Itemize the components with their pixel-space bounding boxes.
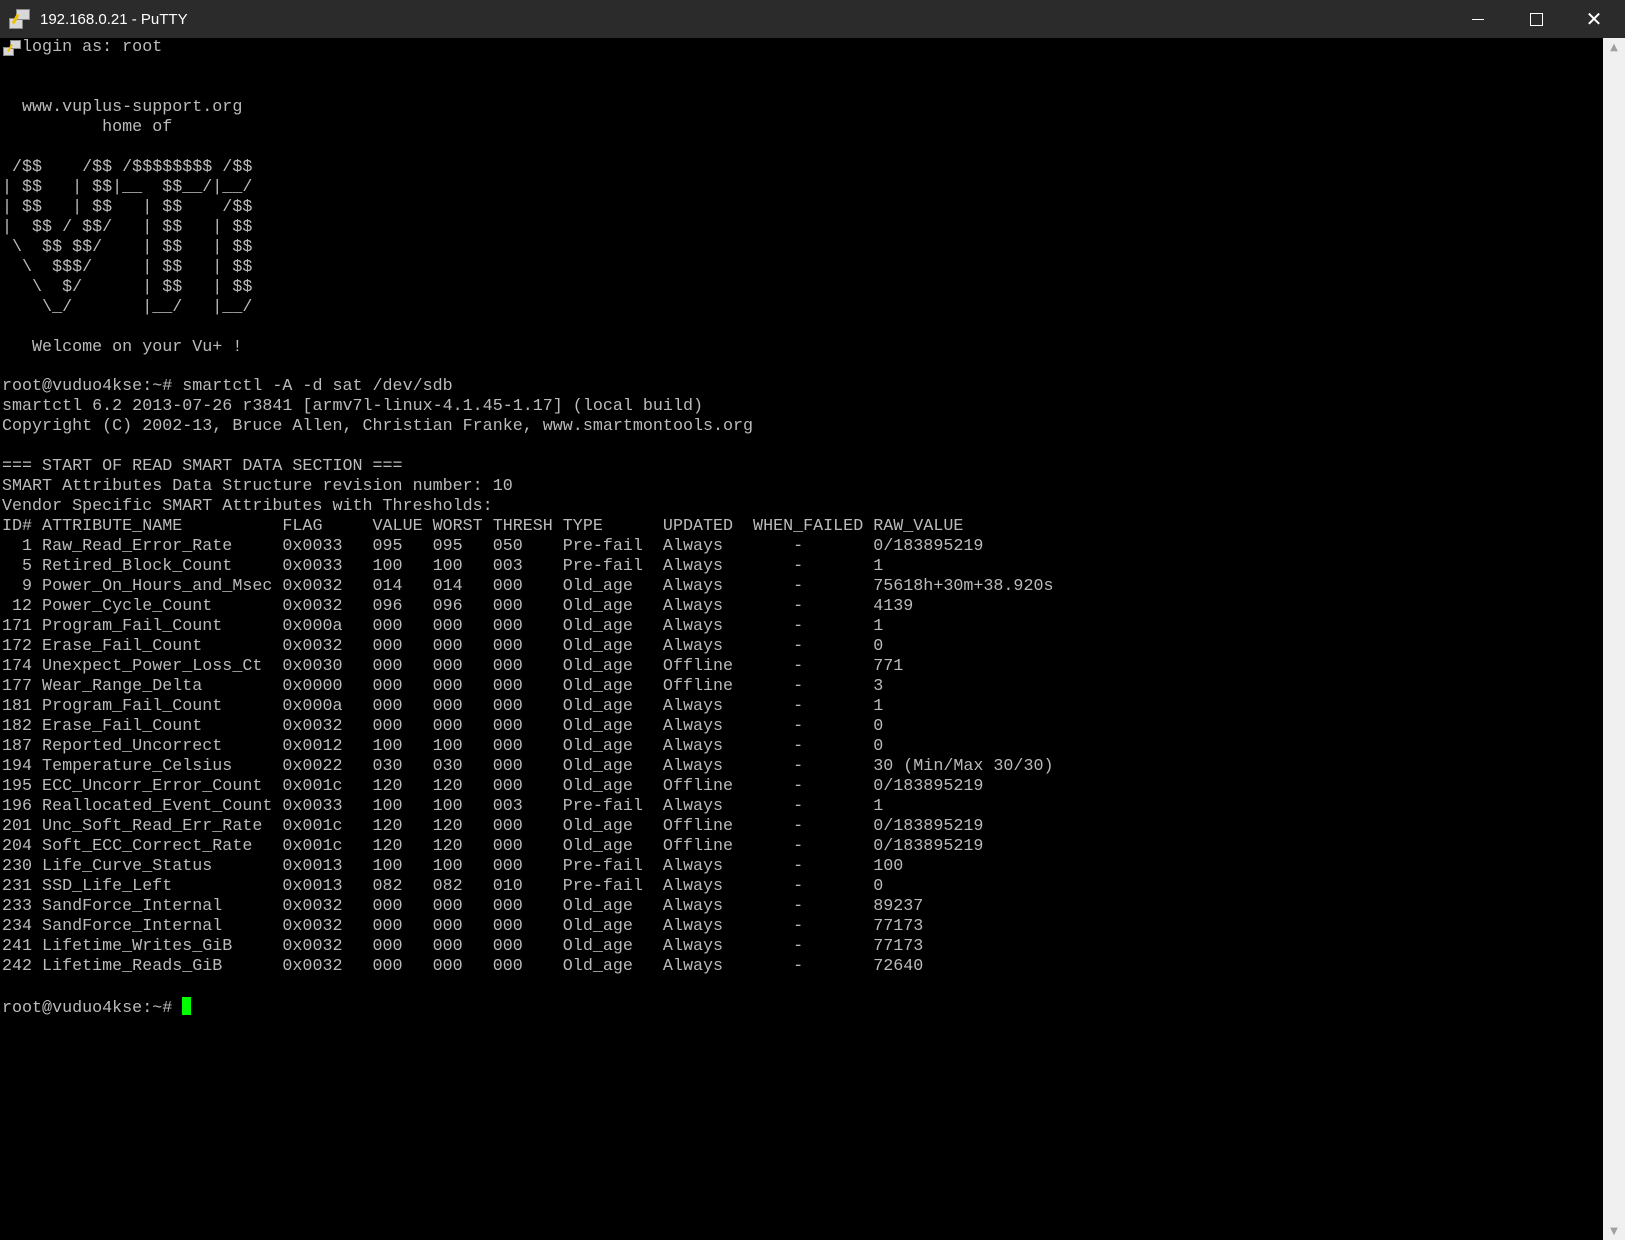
terminal-line: \ $/ | $$ | $$: [32, 277, 253, 297]
terminal-line: 182 Erase_Fail_Count 0x0032 000 000 000 …: [2, 716, 884, 736]
terminal-line: SMART Attributes Data Structure revision…: [2, 477, 513, 497]
terminal-line: root@vuduo4kse:~# smartctl -A -d sat /de…: [2, 377, 453, 397]
close-button[interactable]: ✕: [1565, 0, 1623, 38]
terminal-line: 194 Temperature_Celsius 0x0022 030 030 0…: [2, 756, 1054, 776]
terminal-line: | $$ | $$ | $$ /$$: [2, 197, 253, 217]
terminal-output: login as: root www.vuplus-support.org ho…: [2, 38, 1053, 1018]
scroll-down-arrow-icon[interactable]: ▼: [1603, 1222, 1625, 1240]
minimize-button[interactable]: [1449, 0, 1507, 38]
putty-window: 192.168.0.21 - PuTTY ✕ login as: root ww…: [0, 0, 1625, 1240]
terminal-line: 177 Wear_Range_Delta 0x0000 000 000 000 …: [2, 677, 884, 696]
terminal-line: Copyright (C) 2002-13, Bruce Allen, Chri…: [2, 417, 754, 437]
terminal-line: login as: root: [22, 38, 163, 57]
terminal-line: 172 Erase_Fail_Count 0x0032 000 000 000 …: [2, 637, 884, 657]
terminal-line: Welcome on your Vu+ !: [32, 337, 243, 357]
terminal-line: 187 Reported_Uncorrect 0x0012 100 100 00…: [2, 736, 884, 756]
terminal-line: www.vuplus-support.org: [22, 97, 243, 117]
text-cursor: [182, 996, 192, 1015]
terminal-line: 171 Program_Fail_Count 0x000a 000 000 00…: [2, 617, 884, 637]
terminal-line: 233 SandForce_Internal 0x0032 000 000 00…: [2, 896, 924, 916]
terminal-line: | $$ / $$/ | $$ | $$: [2, 217, 253, 237]
terminal-line: 174 Unexpect_Power_Loss_Ct 0x0030 000 00…: [2, 657, 904, 677]
terminal-line: /$$ /$$ /$$$$$$$$ /$$: [12, 157, 253, 177]
maximize-icon: [1529, 12, 1543, 26]
terminal-line: 201 Unc_Soft_Read_Err_Rate 0x001c 120 12…: [2, 816, 984, 836]
terminal-area[interactable]: login as: root www.vuplus-support.org ho…: [0, 38, 1603, 1240]
terminal-line: 181 Program_Fail_Count 0x000a 000 000 00…: [2, 696, 884, 716]
terminal-line: \ $$$/ | $$ | $$: [22, 257, 253, 277]
vertical-scrollbar[interactable]: ▲ ▼: [1603, 38, 1625, 1240]
terminal-line: | $$ | $$|__ $$__/|__/: [2, 177, 253, 197]
scrollbar-thumb[interactable]: [1605, 58, 1623, 1218]
terminal-line: home of: [102, 117, 173, 137]
terminal-line: \ $$ $$/ | $$ | $$: [12, 237, 253, 257]
terminal-lines: login as: root www.vuplus-support.org ho…: [2, 38, 1053, 976]
terminal-line: 1 Raw_Read_Error_Rate 0x0033 095 095 050…: [22, 537, 984, 557]
scroll-up-arrow-icon[interactable]: ▲: [1603, 38, 1625, 56]
terminal-line: Vendor Specific SMART Attributes with Th…: [2, 497, 493, 517]
terminal-line: 196 Reallocated_Event_Count 0x0033 100 1…: [2, 796, 884, 816]
terminal-line: smartctl 6.2 2013-07-26 r3841 [armv7l-li…: [2, 397, 703, 417]
terminal-line: ID# ATTRIBUTE_NAME FLAG VALUE WORST THRE…: [2, 517, 964, 537]
terminal-line: 234 SandForce_Internal 0x0032 000 000 00…: [2, 916, 924, 936]
minimize-icon: [1472, 18, 1484, 20]
title-bar[interactable]: 192.168.0.21 - PuTTY ✕: [0, 0, 1625, 38]
maximize-button[interactable]: [1507, 0, 1565, 38]
terminal-line: 204 Soft_ECC_Correct_Rate 0x001c 120 120…: [2, 836, 984, 856]
terminal-line: 241 Lifetime_Writes_GiB 0x0032 000 000 0…: [2, 936, 924, 956]
window-title: 192.168.0.21 - PuTTY: [40, 10, 188, 28]
terminal-line: 242 Lifetime_Reads_GiB 0x0032 000 000 00…: [2, 956, 924, 976]
terminal-line: 12 Power_Cycle_Count 0x0032 096 096 000 …: [12, 597, 914, 617]
putty-icon[interactable]: [8, 8, 30, 30]
terminal-line: 231 SSD_Life_Left 0x0013 082 082 010 Pre…: [2, 876, 884, 896]
terminal-line: \_/ |__/ |__/: [42, 297, 253, 317]
command-prompt: root@vuduo4kse:~#: [2, 998, 183, 1018]
terminal-line: 195 ECC_Uncorr_Error_Count 0x001c 120 12…: [2, 776, 984, 796]
terminal-line: === START OF READ SMART DATA SECTION ===: [2, 457, 403, 477]
terminal-line: 5 Retired_Block_Count 0x0033 100 100 003…: [22, 557, 884, 577]
terminal-line: 9 Power_On_Hours_and_Msec 0x0032 014 014…: [22, 577, 1054, 597]
close-icon: ✕: [1585, 7, 1603, 31]
terminal-line: 230 Life_Curve_Status 0x0013 100 100 000…: [2, 856, 904, 876]
